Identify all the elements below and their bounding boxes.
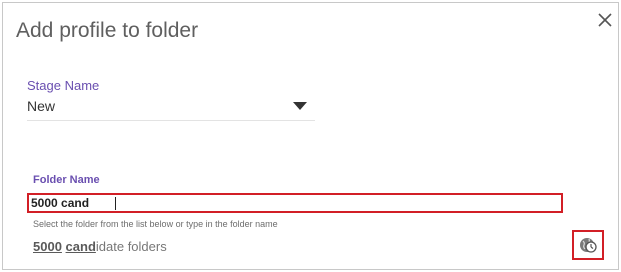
suggestion-match-number: 5000	[33, 239, 62, 254]
folder-name-field[interactable]	[27, 193, 563, 213]
suggestion-match-word: cand	[65, 239, 96, 254]
suggestion-rest: idate folders	[95, 239, 167, 254]
stage-name-select[interactable]: New	[27, 95, 315, 121]
add-profile-dialog: Add profile to folder Stage Name New Fol…	[2, 2, 619, 270]
close-button[interactable]	[594, 9, 616, 31]
globe-clock-icon	[580, 238, 597, 253]
stage-name-value: New	[27, 98, 56, 114]
folder-name-label: Folder Name	[33, 174, 100, 186]
stage-name-label: Stage Name	[27, 78, 100, 93]
folder-helper-text: Select the folder from the list below or…	[33, 219, 278, 229]
folder-action-button[interactable]	[572, 230, 604, 260]
text-cursor	[115, 197, 116, 210]
dialog-title: Add profile to folder	[16, 19, 199, 42]
close-icon	[598, 13, 612, 27]
folder-suggestion-item[interactable]: 5000 candidate folders	[33, 239, 167, 254]
folder-name-input[interactable]	[31, 195, 556, 211]
dropdown-caret-icon[interactable]	[293, 102, 307, 110]
